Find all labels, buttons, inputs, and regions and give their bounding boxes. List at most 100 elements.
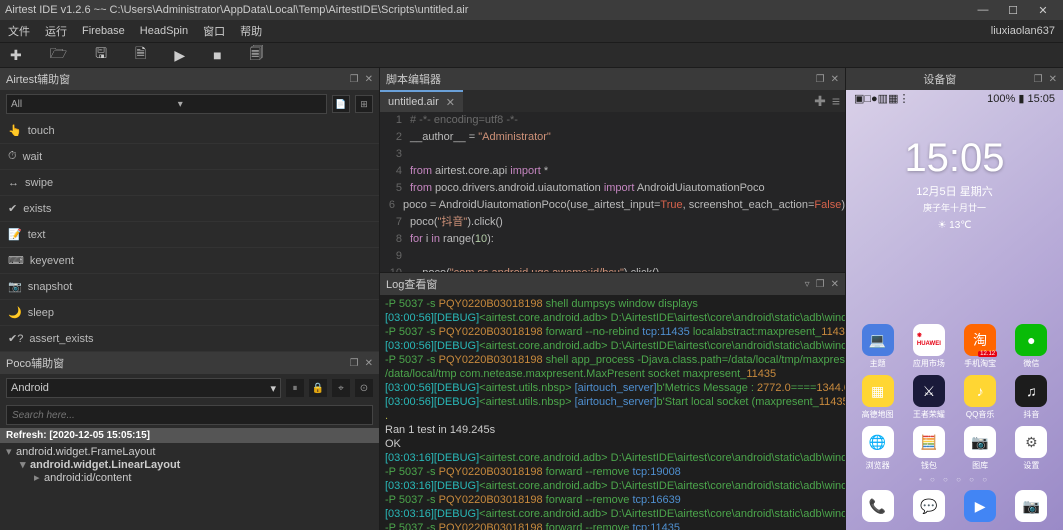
command-wait[interactable]: ⏱wait: [0, 144, 379, 170]
assist-icon-a[interactable]: 📄: [332, 95, 350, 113]
float-icon[interactable]: ❐: [1034, 74, 1043, 85]
float-icon[interactable]: ❐: [816, 74, 825, 85]
app-icon[interactable]: 📷: [1015, 490, 1047, 522]
filter-icon[interactable]: ▿: [805, 279, 810, 290]
poco-lock-icon[interactable]: 🔒: [309, 379, 327, 397]
device-panel-head: 设备窗 ❐ ✕: [846, 68, 1063, 90]
status-left: ▣□●▥▦⋮: [854, 92, 909, 105]
app-icon[interactable]: ❋HUAWEI应用市场: [913, 324, 945, 369]
app-label: 应用市场: [913, 358, 945, 369]
menu-run[interactable]: 运行: [45, 23, 67, 39]
app-label: QQ音乐: [966, 409, 994, 420]
play-icon[interactable]: ▶: [174, 47, 185, 64]
app-icon[interactable]: 💬: [913, 490, 945, 522]
command-sleep[interactable]: 🌙sleep: [0, 300, 379, 326]
command-list: 👆touch⏱wait↔swipe✔exists📝text⌨keyevent📷s…: [0, 118, 379, 352]
tree-node[interactable]: ▾android.widget.FrameLayout: [6, 445, 373, 458]
menu-help[interactable]: 帮助: [240, 23, 262, 39]
tree-node[interactable]: ▾android.widget.LinearLayout: [6, 458, 373, 471]
assist-type-select[interactable]: All ▾: [6, 94, 327, 114]
log-line: -P 5037 -s PQY0220B03018198 shell dumpsy…: [385, 297, 840, 311]
assist-icon-b[interactable]: ⊞: [355, 95, 373, 113]
app-label: 微信: [1023, 358, 1039, 369]
command-label: text: [28, 229, 46, 241]
close-tab-icon[interactable]: ✕: [446, 96, 455, 109]
app-icon[interactable]: ⚙设置: [1015, 426, 1047, 471]
app-icon[interactable]: ⚔王者荣耀: [913, 375, 945, 420]
log-line: OK: [385, 437, 840, 451]
log-output[interactable]: -P 5037 -s PQY0220B03018198 shell dumpsy…: [380, 295, 845, 530]
command-assert_exists[interactable]: ✔?assert_exists: [0, 326, 379, 352]
command-keyevent[interactable]: ⌨keyevent: [0, 248, 379, 274]
close-button[interactable]: ✕: [1028, 4, 1058, 17]
command-swipe[interactable]: ↔swipe: [0, 170, 379, 196]
poco-pause-icon[interactable]: ⏸: [286, 379, 304, 397]
command-label: keyevent: [30, 255, 74, 267]
app-icon[interactable]: ♫抖音: [1015, 375, 1047, 420]
line-number: 8: [380, 231, 410, 248]
tab-menu-icon[interactable]: ≡: [832, 93, 840, 109]
log-line: [03:00:56][DEBUG]<airtest.core.android.a…: [385, 339, 840, 353]
add-tab-icon[interactable]: ✚: [814, 93, 826, 110]
device-screen[interactable]: ▣□●▥▦⋮ 100% ▮ 15:05 15:05 12月5日 星期六 庚子年十…: [846, 90, 1063, 530]
log-line: -P 5037 -s PQY0220B03018198 forward --re…: [385, 521, 840, 530]
command-exists[interactable]: ✔exists: [0, 196, 379, 222]
float-icon[interactable]: ❐: [816, 279, 825, 290]
status-bar: ▣□●▥▦⋮ 100% ▮ 15:05: [846, 90, 1063, 106]
close-panel-icon[interactable]: ✕: [1049, 74, 1057, 85]
app-icon[interactable]: ▶: [964, 490, 996, 522]
app-icon[interactable]: 🧮钱包: [913, 426, 945, 471]
poco-mode-select[interactable]: Android▾: [6, 378, 281, 398]
line-number: 10: [380, 265, 410, 272]
line-number: 2: [380, 129, 410, 146]
save-icon[interactable]: 🖫: [95, 43, 107, 67]
app-icon[interactable]: 💻主题: [862, 324, 894, 369]
float-icon[interactable]: ❐: [350, 358, 359, 369]
min-button[interactable]: —: [968, 4, 998, 16]
command-text[interactable]: 📝text: [0, 222, 379, 248]
assist-title: Airtest辅助窗: [6, 71, 70, 87]
close-panel-icon[interactable]: ✕: [831, 74, 839, 85]
app-icon[interactable]: 📷图库: [964, 426, 996, 471]
log-line: -P 5037 -s PQY0220B03018198 forward --re…: [385, 465, 840, 479]
open-folder-icon[interactable]: 🗁: [50, 43, 67, 67]
tree-node[interactable]: ▸android:id/content: [6, 471, 373, 484]
menu-file[interactable]: 文件: [8, 23, 30, 39]
menu-firebase[interactable]: Firebase: [82, 25, 125, 37]
close-panel-icon[interactable]: ✕: [365, 358, 373, 369]
search-input[interactable]: [6, 405, 373, 425]
app-label: 抖音: [1023, 409, 1039, 420]
menu-headspin[interactable]: HeadSpin: [140, 25, 188, 37]
menu-window[interactable]: 窗口: [203, 23, 225, 39]
command-snapshot[interactable]: 📷snapshot: [0, 274, 379, 300]
float-icon[interactable]: ❐: [350, 74, 359, 85]
app-icon[interactable]: ▦高德地图: [862, 375, 894, 420]
close-panel-icon[interactable]: ✕: [831, 279, 839, 290]
command-touch[interactable]: 👆touch: [0, 118, 379, 144]
app-icon[interactable]: 🌐浏览器: [862, 426, 894, 471]
menubar: 文件 运行 Firebase HeadSpin 窗口 帮助 liuxiaolan…: [0, 20, 1063, 42]
code-line: __author__ = "Administrator": [410, 129, 845, 146]
code-line: for i in range(10):: [410, 231, 845, 248]
line-number: 6: [380, 197, 403, 214]
max-button[interactable]: ☐: [998, 4, 1028, 17]
app-title: Airtest IDE v1.2.6 ~~ C:\Users\Administr…: [5, 4, 468, 16]
code-line: poco = AndroidUiautomationPoco(use_airte…: [403, 197, 845, 214]
app-icon[interactable]: ●微信: [1015, 324, 1047, 369]
poco-inspect-icon[interactable]: ⌖: [332, 379, 350, 397]
close-panel-icon[interactable]: ✕: [365, 74, 373, 85]
editor-tab[interactable]: untitled.air ✕: [380, 90, 463, 112]
app-icon[interactable]: 淘12.12手机淘宝: [964, 324, 996, 369]
stop-icon[interactable]: ■: [213, 47, 221, 63]
status-right: 100% ▮ 15:05: [987, 92, 1055, 105]
app-icon[interactable]: 📞: [862, 490, 894, 522]
refresh-bar[interactable]: Refresh: [2020-12-05 15:05:15]: [0, 428, 379, 443]
new-file-icon[interactable]: ✚: [10, 47, 22, 64]
poco-record-icon[interactable]: ⊙: [355, 379, 373, 397]
code-editor[interactable]: 1# -*- encoding=utf8 -*-2__author__ = "A…: [380, 112, 845, 272]
export-icon[interactable]: 🗎: [135, 43, 146, 67]
app-icon[interactable]: ♪QQ音乐: [964, 375, 996, 420]
poco-panel-head: Poco辅助窗 ❐ ✕: [0, 352, 379, 374]
report-icon[interactable]: 🗐: [250, 43, 264, 67]
poco-title: Poco辅助窗: [6, 355, 64, 371]
